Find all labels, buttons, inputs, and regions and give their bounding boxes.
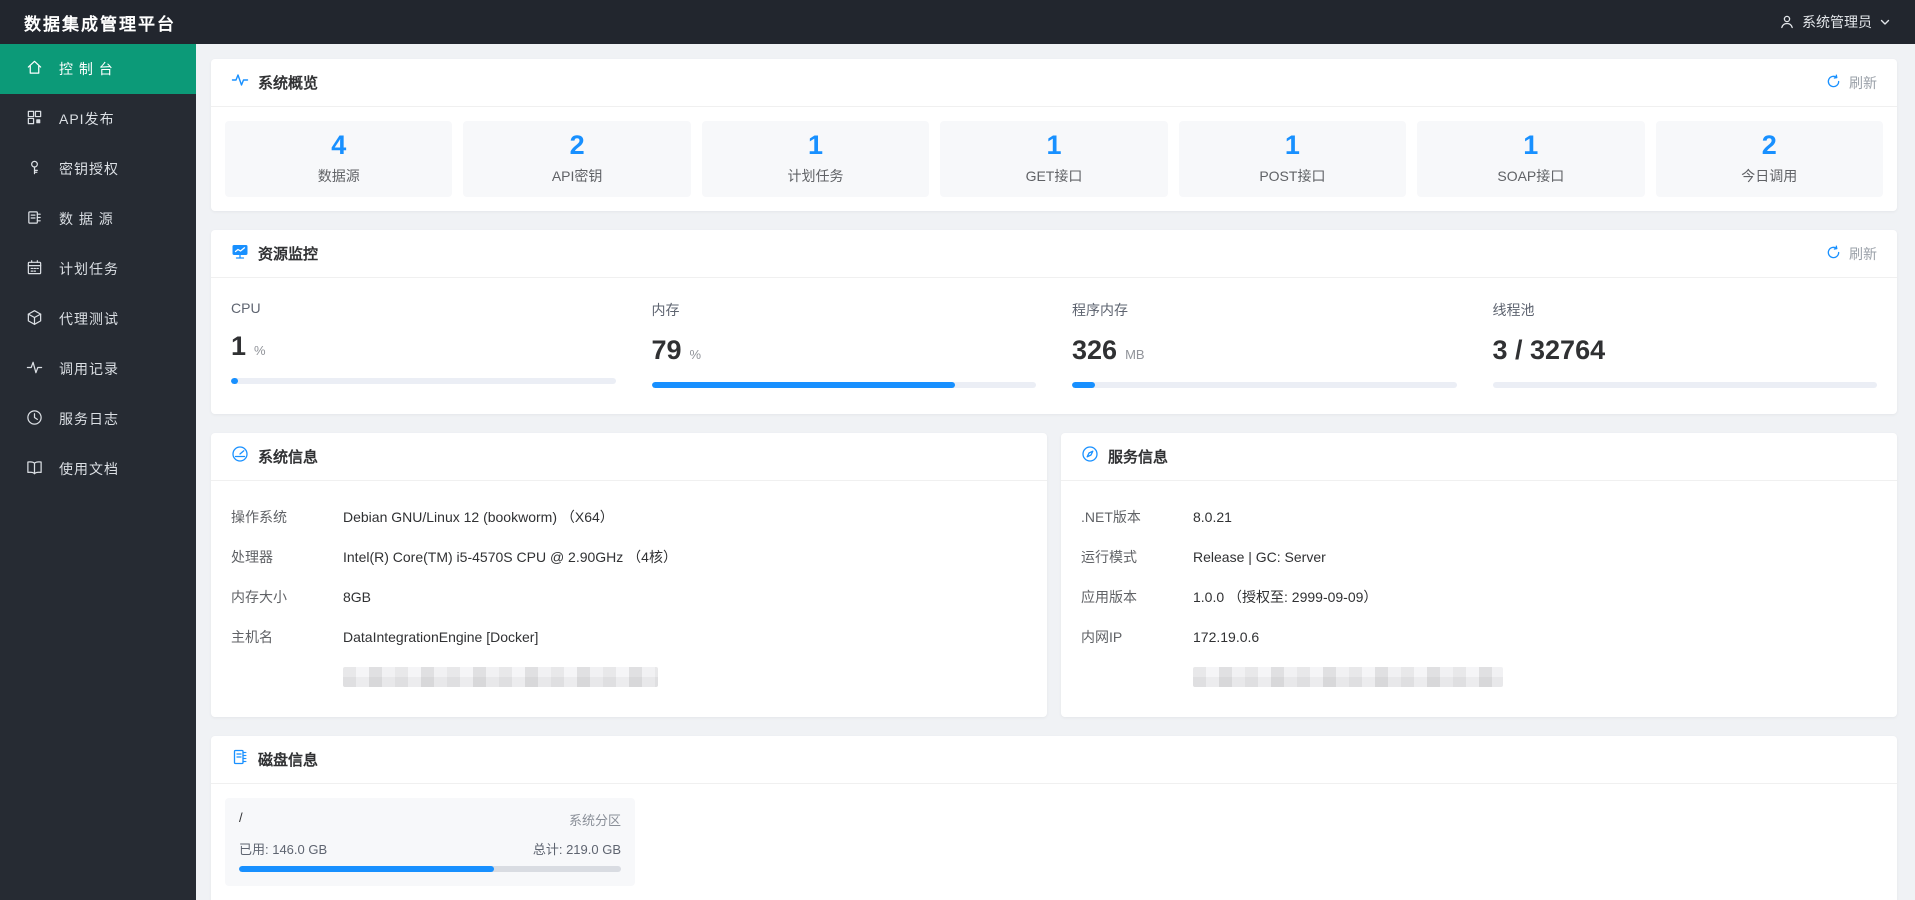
stat-post-apis: 1 POST接口: [1178, 121, 1407, 197]
redacted-value: [1193, 667, 1503, 688]
main-content: 系统概览 刷新 4 数据源 2 API密钥 1 计划任务 1 GET接口 1 P…: [196, 44, 1915, 900]
overview-refresh-button[interactable]: 刷新: [1826, 73, 1877, 93]
book-icon: [26, 459, 43, 479]
card-title: 系统信息: [258, 449, 319, 467]
topbar: 数据集成管理平台 系统管理员: [0, 0, 1915, 44]
disk-partition-name: 系统分区: [568, 813, 621, 829]
info-cards-row: 系统信息 操作系统 Debian GNU/Linux 12 (bookworm)…: [211, 433, 1897, 718]
user-menu[interactable]: 系统管理员: [1779, 12, 1891, 32]
disk-used: 已用: 146.0 GB: [239, 842, 328, 858]
sidebar-item-label: 控 制 台: [59, 61, 114, 77]
person-icon: [1779, 14, 1795, 30]
stat-get-apis: 1 GET接口: [940, 121, 1168, 197]
sidebar-item-call-records[interactable]: 调用记录: [0, 344, 196, 394]
thread-pool-progress-bar: [1492, 382, 1877, 389]
api-grid-icon: [26, 109, 43, 129]
home-icon: [26, 59, 43, 79]
activity-icon: [231, 71, 249, 94]
refresh-icon: [1826, 73, 1841, 92]
metrics-row: CPU 1 % 内存 79 % 程序内存 326 MB 线程池 3 / 3276…: [211, 278, 1897, 414]
sidebar-item-console[interactable]: 控 制 台: [0, 44, 196, 94]
sidebar-item-label: 数 据 源: [59, 211, 114, 227]
metric-cpu: CPU 1 %: [231, 300, 616, 388]
user-name: 系统管理员: [1802, 14, 1872, 30]
sidebar-item-label: 密钥授权: [59, 161, 119, 177]
cpu-progress-bar: [231, 378, 616, 385]
sidebar-item-scheduled-tasks[interactable]: 计划任务: [0, 244, 196, 294]
sidebar-item-label: 计划任务: [59, 261, 119, 277]
cube-icon: [26, 309, 43, 329]
monitor-chart-icon: [231, 242, 249, 265]
sidebar-item-label: 服务日志: [59, 411, 119, 427]
disk-info-header: 磁盘信息: [211, 736, 1897, 785]
info-row-redacted: [1081, 657, 1877, 697]
card-title: 服务信息: [1108, 449, 1169, 467]
app-title: 数据集成管理平台: [24, 14, 176, 34]
card-title: 磁盘信息: [258, 752, 319, 770]
pulse-icon: [26, 359, 43, 379]
card-title: 系统概览: [258, 75, 319, 92]
refresh-icon: [1826, 244, 1841, 263]
system-overview-card: 系统概览 刷新 4 数据源 2 API密钥 1 计划任务 1 GET接口 1 P…: [211, 59, 1897, 211]
stat-datasources: 4 数据源: [225, 121, 453, 197]
redacted-value: [343, 667, 658, 688]
sidebar-item-label: API发布: [59, 111, 115, 127]
system-info-card: 系统信息 操作系统 Debian GNU/Linux 12 (bookworm)…: [211, 433, 1047, 718]
disk-partition-root: / 系统分区 已用: 146.0 GB 总计: 219.0 GB: [225, 798, 635, 887]
compass-icon: [1081, 445, 1099, 468]
sidebar-item-api-publish[interactable]: API发布: [0, 94, 196, 144]
sidebar-item-key-auth[interactable]: 密钥授权: [0, 144, 196, 194]
sidebar-item-proxy-test[interactable]: 代理测试: [0, 294, 196, 344]
system-info-header: 系统信息: [211, 433, 1047, 482]
metric-thread-pool: 线程池 3 / 32764: [1492, 300, 1877, 389]
metric-memory: 内存 79 %: [651, 300, 1036, 389]
resource-monitor-card: 资源监控 刷新 CPU 1 % 内存 79 % 程序内存 326 MB 线程池 …: [211, 230, 1897, 415]
calendar-icon: [26, 259, 43, 279]
resource-monitor-header: 资源监控 刷新: [211, 230, 1897, 278]
info-row-redacted: [231, 657, 1027, 697]
info-row-internal-ip: 内网IP 172.19.0.6: [1081, 629, 1260, 646]
sidebar-item-label: 使用文档: [59, 461, 119, 477]
metric-app-memory: 程序内存 326 MB: [1072, 300, 1457, 389]
memory-progress-bar: [651, 382, 1036, 389]
info-row-hostname: 主机名 DataIntegrationEngine [Docker]: [231, 629, 539, 646]
disk-info-card: 磁盘信息 / 系统分区 已用: 146.0 GB 总计: 219.0 GB: [211, 736, 1897, 900]
sidebar-item-label: 代理测试: [59, 311, 119, 327]
stat-scheduled-tasks: 1 计划任务: [701, 121, 930, 197]
service-info-card: 服务信息 .NET版本 8.0.21 运行模式 Release | GC: Se…: [1061, 433, 1897, 718]
clock-icon: [26, 409, 43, 429]
card-title: 资源监控: [258, 246, 319, 263]
gauge-icon: [231, 445, 249, 468]
stat-soap-apis: 1 SOAP接口: [1417, 121, 1645, 197]
system-overview-header: 系统概览 刷新: [211, 59, 1897, 107]
service-info-header: 服务信息: [1061, 433, 1897, 482]
sidebar: 控 制 台 API发布 密钥授权 数 据 源 计划任务 代理测试 调用记录 服务…: [0, 44, 196, 900]
info-row-app-version: 应用版本 1.0.0 （授权至: 2999-09-09）: [1081, 589, 1378, 606]
sidebar-item-docs[interactable]: 使用文档: [0, 444, 196, 494]
app-memory-progress-bar: [1072, 382, 1457, 389]
info-row-dotnet: .NET版本 8.0.21: [1081, 509, 1232, 526]
key-icon: [26, 159, 43, 179]
info-row-run-mode: 运行模式 Release | GC: Server: [1081, 549, 1326, 566]
disk-mount-point: /: [239, 810, 243, 826]
sidebar-item-datasource[interactable]: 数 据 源: [0, 194, 196, 244]
stat-today-calls: 2 今日调用: [1655, 121, 1883, 197]
stats-row: 4 数据源 2 API密钥 1 计划任务 1 GET接口 1 POST接口 1 …: [211, 107, 1897, 211]
info-row-memory-size: 内存大小 8GB: [231, 589, 372, 606]
sidebar-item-label: 调用记录: [59, 361, 119, 377]
disk-total: 总计: 219.0 GB: [532, 842, 621, 858]
info-row-os: 操作系统 Debian GNU/Linux 12 (bookworm) （X64…: [231, 509, 614, 526]
disk-icon: [231, 748, 249, 771]
sidebar-item-service-logs[interactable]: 服务日志: [0, 394, 196, 444]
info-row-cpu: 处理器 Intel(R) Core(TM) i5-4570S CPU @ 2.9…: [231, 549, 677, 566]
disk-usage-bar: [239, 866, 621, 873]
resources-refresh-button[interactable]: 刷新: [1826, 244, 1877, 264]
database-icon: [26, 209, 43, 229]
stat-api-keys: 2 API密钥: [463, 121, 691, 197]
chevron-down-icon: [1879, 16, 1891, 28]
